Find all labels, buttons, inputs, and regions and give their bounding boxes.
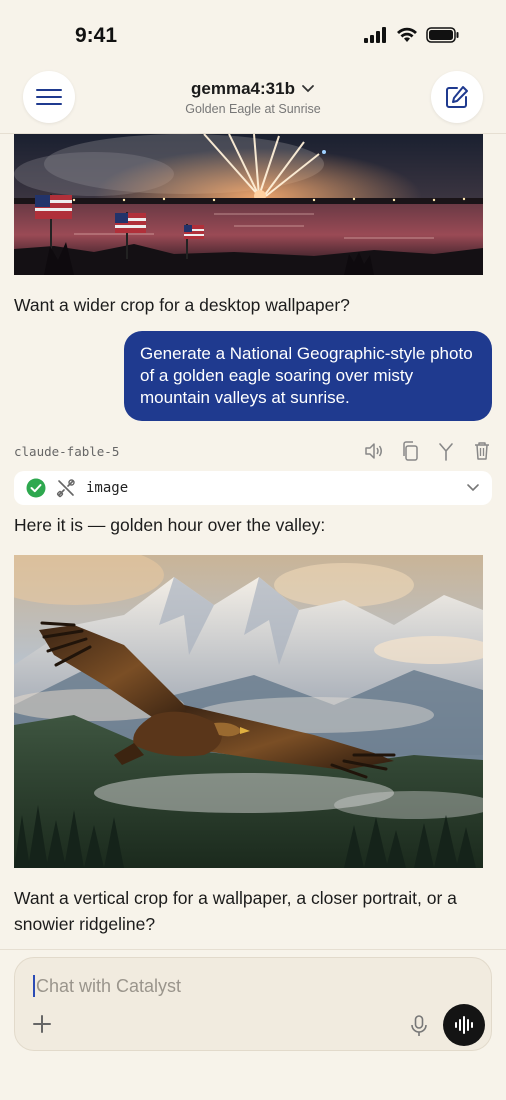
attach-button[interactable] [31,1013,53,1035]
voice-mode-button[interactable] [443,1004,485,1046]
user-message: Generate a National Geographic-style pho… [124,331,492,421]
copy-icon [403,441,418,461]
branch-button[interactable] [436,441,456,461]
battery-icon [426,27,459,43]
chat-input[interactable]: Chat with Catalyst [33,975,181,997]
composer: Chat with Catalyst [14,957,492,1051]
generated-image-fireworks[interactable] [14,134,483,275]
check-circle-icon [26,478,46,498]
chevron-down-icon [467,484,479,492]
microphone-icon [411,1015,427,1036]
chat-header: gemma4:31b Golden Eagle at Sunrise [0,66,506,134]
model-name: gemma4:31b [191,79,295,98]
wifi-icon [397,27,417,42]
status-icons [364,27,460,43]
signal-icon [364,27,386,43]
plus-icon [33,1015,51,1033]
message-meta-row: claude-fable-5 [14,441,492,461]
assistant-followup: Want a vertical crop for a wallpaper, a … [14,888,457,934]
copy-button[interactable] [400,441,420,461]
branch-icon [439,443,453,461]
microphone-button[interactable] [409,1015,429,1037]
speaker-icon [365,443,382,459]
chevron-down-icon [302,85,314,93]
tool-name: image [86,480,129,496]
status-bar: 9:41 [0,0,506,70]
new-chat-button[interactable] [431,71,483,123]
tools-icon [56,479,75,498]
waveform-icon [455,1016,473,1034]
model-tag: claude-fable-5 [14,443,120,459]
assistant-message: Want a wider crop for a desktop wallpape… [14,295,350,315]
status-time: 9:41 [75,24,118,47]
compose-icon [446,86,468,108]
speaker-button[interactable] [364,441,384,461]
assistant-message: Here it is — golden hour over the valley… [14,515,326,535]
generated-image-eagle[interactable] [14,555,483,868]
chat-transcript[interactable]: Want a wider crop for a desktop wallpape… [0,134,506,949]
tool-call-row[interactable]: image [14,471,492,505]
delete-button[interactable] [472,441,492,461]
trash-icon [475,442,489,460]
composer-area: Chat with Catalyst [0,949,506,1100]
conversation-title: Golden Eagle at Sunrise [185,102,321,116]
